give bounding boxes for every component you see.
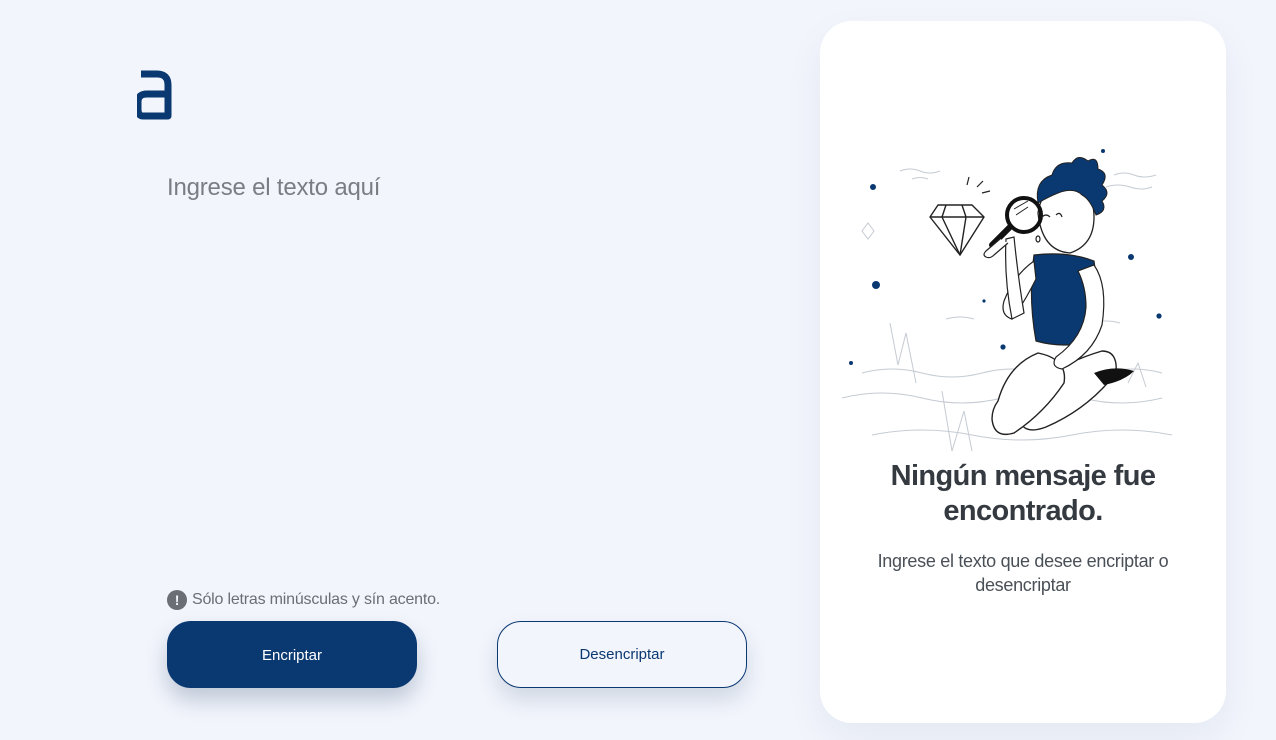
exclamation-icon: ! (167, 590, 187, 610)
input-warning: ! Sólo letras minúsculas y sín acento. (167, 590, 440, 610)
message-input[interactable] (167, 172, 767, 562)
output-panel: Ningún mensaje fue encontrado. Ingrese e… (820, 21, 1226, 723)
alura-logo-icon (137, 66, 173, 120)
warning-text: Sólo letras minúsculas y sín acento. (192, 591, 441, 608)
empty-state-description: Ingrese el texto que desee encriptar o d… (877, 551, 1169, 595)
decrypt-button[interactable]: Desencriptar (497, 621, 747, 688)
page: ! Sólo letras minúsculas y sín acento. E… (0, 0, 1276, 740)
encrypt-button[interactable]: Encriptar (167, 621, 417, 688)
person-with-magnifying-glass-illustration (841, 143, 1182, 463)
empty-state-title: Ningún mensaje fue encontrado. (890, 460, 1156, 527)
